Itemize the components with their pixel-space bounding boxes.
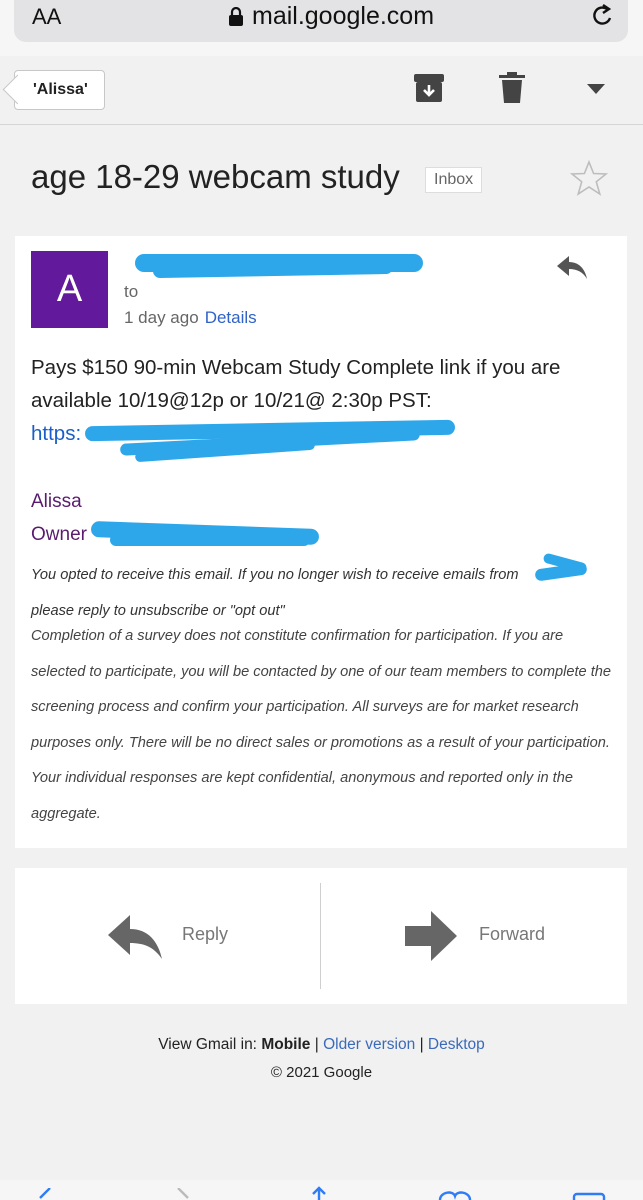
sender-name-redacted	[123, 252, 423, 279]
inbox-label-badge[interactable]: Inbox	[425, 167, 483, 193]
disclaimer-text: Completion of a survey does not constitu…	[31, 628, 612, 822]
forward-button[interactable]: Forward	[321, 868, 626, 1004]
body-text: Pays $150 90-min Webcam Study Complete l…	[31, 356, 561, 412]
view-prefix: View Gmail in:	[158, 1036, 257, 1053]
browser-back-icon[interactable]	[38, 1188, 52, 1200]
older-version-link[interactable]: Older version	[323, 1036, 415, 1053]
mobile-view-current: Mobile	[261, 1036, 311, 1053]
reply-forward-panel: Reply Forward	[15, 868, 627, 1004]
reply-arrow-icon	[108, 915, 162, 959]
signature-title: Owner	[31, 524, 87, 545]
separator: |	[419, 1036, 424, 1053]
separator: |	[314, 1036, 319, 1053]
trash-icon[interactable]	[499, 72, 525, 104]
reply-label: Reply	[182, 924, 229, 944]
forward-label: Forward	[479, 924, 546, 944]
url-text: mail.google.com	[252, 2, 435, 30]
message-card: A to 1 day ago Details Pays $150 90-min W…	[15, 236, 627, 848]
message-date: 1 day ago Details	[124, 308, 257, 328]
optout-line-1: You opted to receive this email. If you …	[31, 567, 519, 583]
browser-forward-icon[interactable]	[176, 1188, 190, 1200]
reload-icon[interactable]	[590, 4, 614, 30]
star-icon[interactable]	[570, 160, 608, 196]
bookmarks-icon[interactable]	[438, 1188, 472, 1200]
gmail-toolbar: 'Alissa'	[0, 56, 643, 125]
address-bar[interactable]: AA mail.google.com	[14, 0, 628, 42]
study-link[interactable]: https:	[31, 422, 81, 445]
lock-icon	[229, 6, 243, 26]
view-mode-links: View Gmail in: Mobile | Older version | …	[0, 1036, 643, 1054]
back-button[interactable]: 'Alissa'	[14, 70, 105, 110]
email-subject: age 18-29 webcam study	[31, 158, 400, 195]
back-button-label: 'Alissa'	[33, 81, 88, 98]
text-size-button[interactable]: AA	[32, 4, 61, 30]
details-link[interactable]: Details	[205, 308, 257, 327]
archive-icon[interactable]	[414, 72, 444, 104]
desktop-link[interactable]: Desktop	[428, 1036, 485, 1053]
copyright: © 2021 Google	[270, 1064, 373, 1081]
optout-line-2: please reply to unsubscribe or "opt out"	[31, 602, 285, 619]
more-dropdown-icon[interactable]	[587, 84, 605, 94]
tabs-icon[interactable]	[572, 1188, 608, 1200]
date-text: 1 day ago	[124, 308, 199, 327]
safari-bottom-bar	[0, 1180, 643, 1200]
recipient-line: to	[124, 282, 139, 301]
signature-name: Alissa	[31, 491, 82, 512]
forward-arrow-icon	[405, 911, 457, 961]
share-icon[interactable]	[306, 1186, 332, 1200]
reply-button[interactable]: Reply	[15, 868, 320, 1004]
sender-avatar: A	[31, 251, 108, 328]
reply-icon[interactable]	[555, 252, 589, 282]
url-display[interactable]: mail.google.com	[228, 2, 434, 31]
browser-chrome: AA mail.google.com	[0, 0, 643, 56]
